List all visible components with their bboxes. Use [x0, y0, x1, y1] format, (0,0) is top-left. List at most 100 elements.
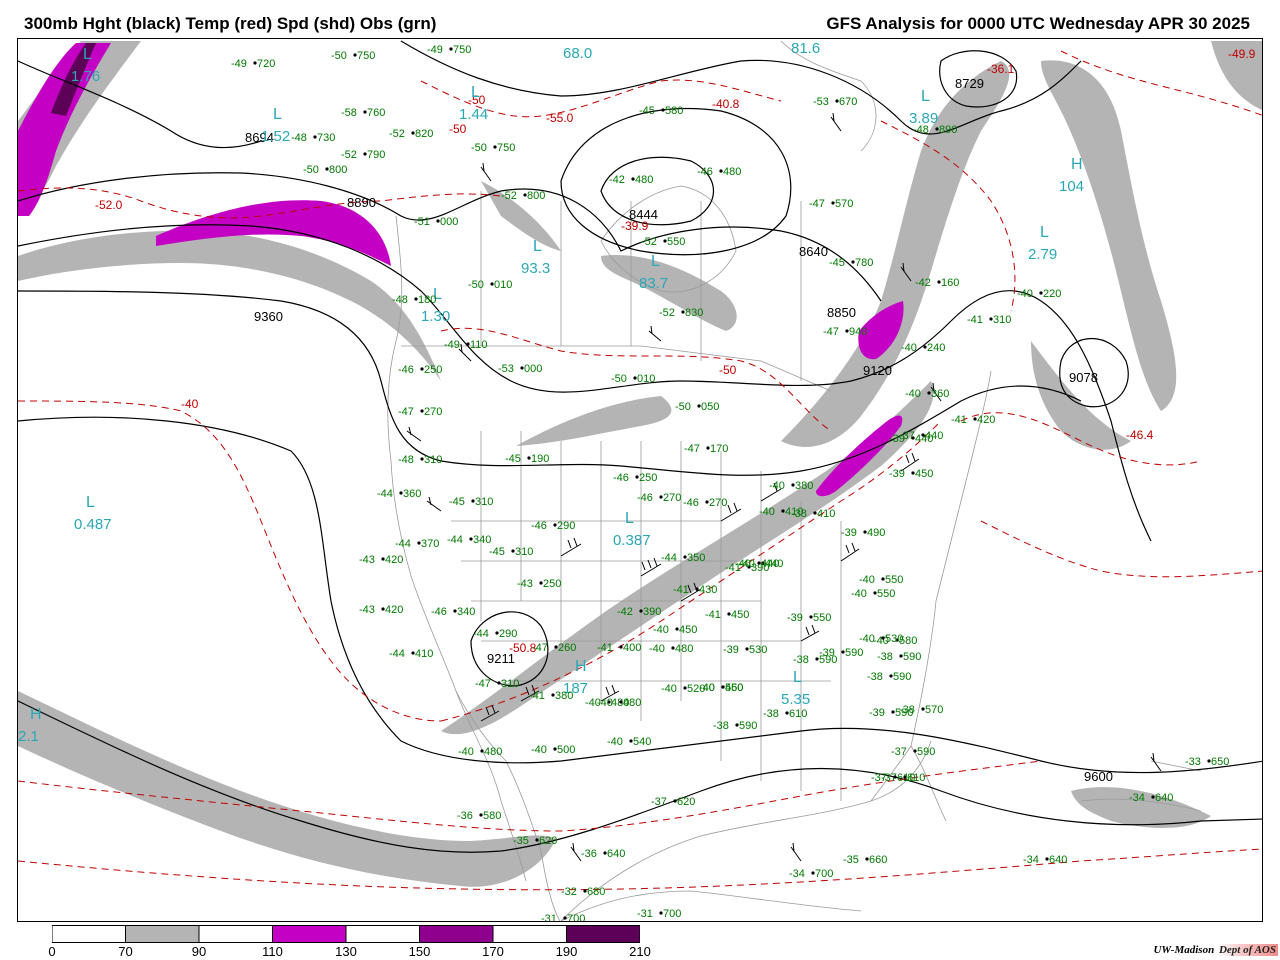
obs-height: 590	[893, 671, 911, 683]
temp-contour-minus-40	[18, 400, 442, 722]
obs-height: 620	[539, 835, 557, 847]
obs-station	[639, 609, 643, 613]
credit-org: UW-Madison	[1153, 944, 1215, 956]
obs-temp: -35	[513, 835, 529, 847]
obs-height: 890	[939, 124, 957, 136]
obs-station	[436, 219, 440, 223]
obs-height: 180	[418, 294, 436, 306]
obs-station	[659, 495, 663, 499]
obs-temp: -42	[609, 174, 625, 186]
obs-temp: -38	[877, 651, 893, 663]
obs-station	[663, 239, 667, 243]
obs-station	[973, 417, 977, 421]
obs-station	[681, 310, 685, 314]
obs-station	[735, 723, 739, 727]
obs-station	[673, 799, 677, 803]
center-letter: L	[83, 46, 92, 63]
height-label: 9600	[1084, 769, 1113, 784]
obs-station	[809, 615, 813, 619]
obs-height: 580	[665, 105, 683, 117]
height-label: 9078	[1069, 370, 1098, 385]
obs-station	[893, 775, 897, 779]
obs-temp: -52	[501, 190, 517, 202]
obs-temp: -49	[427, 44, 443, 56]
temp-label: -39.9	[621, 219, 649, 233]
temp-label: -40	[181, 397, 199, 411]
temp-label: -52.0	[95, 198, 123, 212]
obs-temp: -39	[819, 647, 835, 659]
obs-temp: -38	[899, 704, 915, 716]
obs-station	[603, 851, 607, 855]
obs-temp: -46	[613, 472, 629, 484]
obs-temp: -48	[392, 294, 408, 306]
obs-height: 550	[667, 236, 685, 248]
obs-station	[873, 591, 877, 595]
obs-height: 240	[927, 342, 945, 354]
obs-height: 680	[587, 886, 605, 898]
obs-height: 270	[424, 406, 442, 418]
obs-station	[719, 169, 723, 173]
obs-height: 540	[633, 736, 651, 748]
obs-height: 800	[527, 190, 545, 202]
obs-station	[913, 749, 917, 753]
center-value: 2.1	[18, 728, 39, 745]
obs-height: 490	[867, 527, 885, 539]
obs-station	[325, 167, 329, 171]
obs-height: 010	[637, 373, 655, 385]
center-letter: L	[1040, 224, 1049, 241]
obs-height: 590	[845, 647, 863, 659]
obs-station	[453, 609, 457, 613]
obs-station	[469, 537, 473, 541]
obs-height: 260	[558, 642, 576, 654]
obs-temp: -52	[641, 236, 657, 248]
obs-height: 700	[815, 868, 833, 880]
height-label: 8640	[799, 244, 828, 259]
obs-station	[863, 530, 867, 534]
obs-height: 270	[709, 497, 727, 509]
obs-height: 450	[915, 468, 933, 480]
obs-height: 270	[663, 492, 681, 504]
obs-height: 420	[385, 554, 403, 566]
legend-swatch	[419, 925, 494, 943]
obs-height: 640	[607, 848, 625, 860]
height-label: 9120	[863, 363, 892, 378]
obs-temp: -53	[498, 363, 514, 375]
obs-height: 360	[403, 488, 421, 500]
obs-temp: -40	[699, 682, 715, 694]
obs-station	[633, 376, 637, 380]
obs-temp: -40	[769, 480, 785, 492]
obs-temp: -42	[617, 606, 633, 618]
obs-temp: -58	[341, 107, 357, 119]
legend-tick: 210	[629, 944, 651, 959]
obs-temp: -42	[915, 277, 931, 289]
obs-height: 650	[1211, 756, 1229, 768]
obs-station	[1151, 795, 1155, 799]
obs-temp: -44	[395, 538, 411, 550]
obs-temp: -50	[611, 373, 627, 385]
obs-height: 550	[725, 682, 743, 694]
obs-height: 000	[524, 363, 542, 375]
obs-station	[881, 577, 885, 581]
obs-height: 590	[903, 651, 921, 663]
legend-tick: 190	[555, 944, 578, 959]
obs-station	[697, 404, 701, 408]
obs-station	[480, 749, 484, 753]
obs-station	[629, 739, 633, 743]
obs-temp: -40	[859, 574, 875, 586]
obs-height: 480	[723, 166, 741, 178]
obs-temp: -47	[684, 443, 700, 455]
obs-station	[466, 342, 470, 346]
obs-temp: -50	[303, 164, 319, 176]
obs-station	[675, 627, 679, 631]
obs-height: 250	[543, 578, 561, 590]
obs-height: 800	[329, 164, 347, 176]
obs-temp: -46	[431, 606, 447, 618]
chart-title: 300mb Hght (black) Temp (red) Spd (shd) …	[24, 14, 437, 33]
obs-temp: -40	[851, 588, 867, 600]
obs-station	[493, 145, 497, 149]
center-value: 93.3	[521, 260, 550, 277]
obs-height: 730	[317, 132, 335, 144]
jet-streak-hudson	[601, 255, 737, 331]
obs-station	[619, 645, 623, 649]
obs-height: 340	[457, 606, 475, 618]
